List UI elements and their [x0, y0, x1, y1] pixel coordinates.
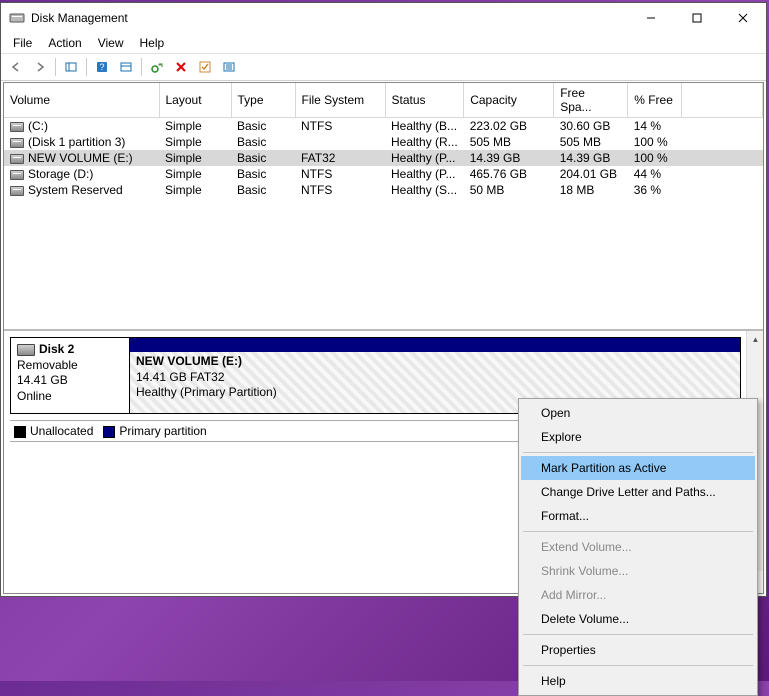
menu-file[interactable]: File: [5, 34, 40, 52]
context-menu: Open Explore Mark Partition as Active Ch…: [518, 398, 758, 696]
col-type[interactable]: Type: [231, 83, 295, 118]
cm-extend: Extend Volume...: [521, 535, 755, 559]
cm-mark-active[interactable]: Mark Partition as Active: [521, 456, 755, 480]
cm-change-letter[interactable]: Change Drive Letter and Paths...: [521, 480, 755, 504]
forward-button[interactable]: [29, 56, 51, 78]
menubar: File Action View Help: [1, 33, 766, 53]
minimize-button[interactable]: [628, 3, 674, 33]
col-layout[interactable]: Layout: [159, 83, 231, 118]
list-button[interactable]: [218, 56, 240, 78]
col-free[interactable]: Free Spa...: [554, 83, 628, 118]
volume-icon: [10, 138, 24, 148]
volume-icon: [10, 154, 24, 164]
table-row[interactable]: System ReservedSimpleBasicNTFSHealthy (S…: [4, 182, 763, 198]
table-row[interactable]: (Disk 1 partition 3)SimpleBasicHealthy (…: [4, 134, 763, 150]
volume-table: Volume Layout Type File System Status Ca…: [4, 83, 763, 198]
refresh-button[interactable]: [146, 56, 168, 78]
cm-properties[interactable]: Properties: [521, 638, 755, 662]
cm-separator: [523, 634, 753, 635]
volume-icon: [10, 186, 24, 196]
app-icon: [9, 10, 25, 26]
cm-separator: [523, 452, 753, 453]
disk-name: Disk 2: [39, 342, 74, 356]
volume-icon: [10, 122, 24, 132]
col-pctfree[interactable]: % Free: [628, 83, 682, 118]
menu-view[interactable]: View: [90, 34, 132, 52]
show-hide-tree-button[interactable]: [60, 56, 82, 78]
toolbar: ?: [1, 53, 766, 81]
legend-primary: Primary partition: [119, 424, 206, 438]
disk-icon: [17, 344, 35, 356]
legend-swatch-primary: [103, 426, 115, 438]
check-button[interactable]: [194, 56, 216, 78]
maximize-button[interactable]: [674, 3, 720, 33]
table-row[interactable]: NEW VOLUME (E:)SimpleBasicFAT32Healthy (…: [4, 150, 763, 166]
properties-button[interactable]: [115, 56, 137, 78]
help-button[interactable]: ?: [91, 56, 113, 78]
back-button[interactable]: [5, 56, 27, 78]
partition-detail: 14.41 GB FAT32: [136, 370, 734, 386]
col-filesystem[interactable]: File System: [295, 83, 385, 118]
close-button[interactable]: [720, 3, 766, 33]
cm-open[interactable]: Open: [521, 401, 755, 425]
col-volume[interactable]: Volume: [4, 83, 159, 118]
cm-delete[interactable]: Delete Volume...: [521, 607, 755, 631]
disk-media: Removable: [17, 358, 123, 374]
col-spacer: [682, 83, 763, 118]
menu-help[interactable]: Help: [132, 34, 173, 52]
scroll-up-icon[interactable]: ▲: [747, 331, 763, 348]
disk-info[interactable]: Disk 2 Removable 14.41 GB Online: [11, 338, 129, 413]
cm-format[interactable]: Format...: [521, 504, 755, 528]
cm-add-mirror: Add Mirror...: [521, 583, 755, 607]
menu-action[interactable]: Action: [40, 34, 89, 52]
window-title: Disk Management: [31, 11, 628, 25]
disk-size: 14.41 GB: [17, 373, 123, 389]
partition-header-bar: [130, 338, 740, 352]
disk-state: Online: [17, 389, 123, 405]
svg-text:?: ?: [99, 62, 104, 72]
col-status[interactable]: Status: [385, 83, 464, 118]
table-row[interactable]: (C:)SimpleBasicNTFSHealthy (B...223.02 G…: [4, 118, 763, 135]
legend-unallocated: Unallocated: [30, 424, 93, 438]
table-row[interactable]: Storage (D:)SimpleBasicNTFSHealthy (P...…: [4, 166, 763, 182]
table-header-row: Volume Layout Type File System Status Ca…: [4, 83, 763, 118]
col-capacity[interactable]: Capacity: [464, 83, 554, 118]
volume-list-pane[interactable]: Volume Layout Type File System Status Ca…: [4, 83, 763, 331]
cm-explore[interactable]: Explore: [521, 425, 755, 449]
cm-separator: [523, 531, 753, 532]
volume-icon: [10, 170, 24, 180]
cm-shrink: Shrink Volume...: [521, 559, 755, 583]
cm-help[interactable]: Help: [521, 669, 755, 693]
delete-button[interactable]: [170, 56, 192, 78]
titlebar[interactable]: Disk Management: [1, 3, 766, 33]
partition-label: NEW VOLUME (E:): [136, 354, 734, 370]
cm-separator: [523, 665, 753, 666]
legend-swatch-unallocated: [14, 426, 26, 438]
